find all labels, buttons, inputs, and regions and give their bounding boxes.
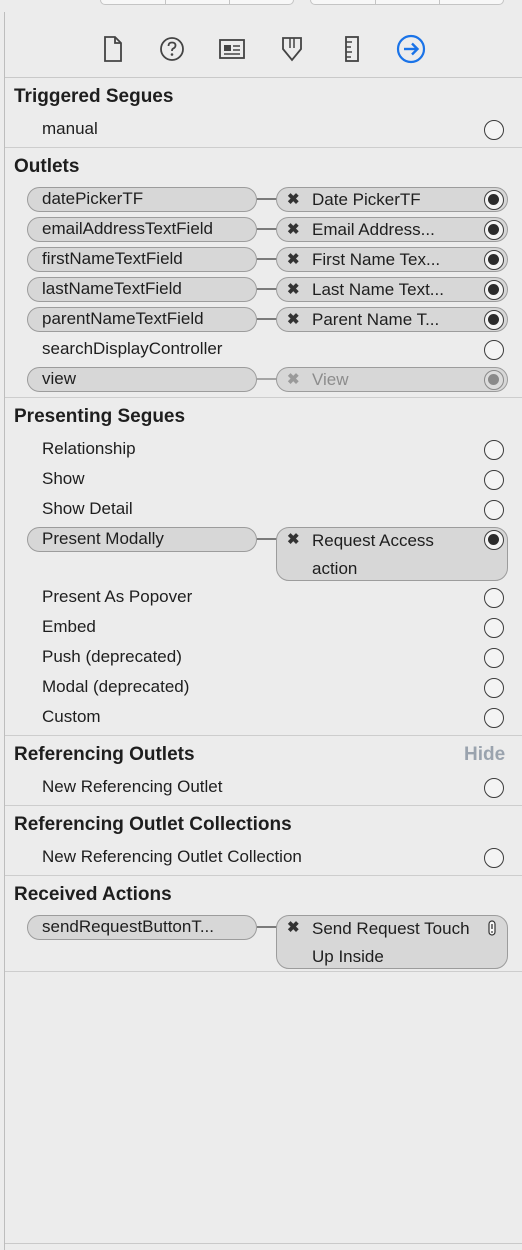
action-sendrequestbuttontapped[interactable]: sendRequestButtonT... [27, 915, 257, 940]
segue-show-detail-label: Show Detail [42, 499, 133, 518]
disconnect-icon[interactable]: ✖ [287, 370, 300, 388]
hide-button[interactable]: Hide [464, 744, 505, 766]
outlet-datepickertf-connector[interactable] [484, 190, 504, 210]
section-divider [5, 971, 522, 972]
outlet-emailaddresstextfield-connector[interactable] [484, 220, 504, 240]
received-actions-header: Received Actions [14, 884, 172, 905]
segue-embed-label: Embed [42, 617, 96, 636]
referencing-outlets-header: Referencing Outlets [14, 744, 195, 765]
new-referencing-outlet-connector[interactable] [484, 778, 504, 798]
connection-line [257, 926, 277, 928]
outlet-firstnametextfield[interactable]: firstNameTextField [27, 247, 257, 272]
triggered-segue-manual-connector[interactable] [484, 120, 504, 140]
identity-inspector-icon[interactable] [217, 34, 247, 64]
outlet-firstnametextfield-connector[interactable] [484, 250, 504, 270]
outlet-target-lastnametextfield: ✖ Last Name Text... [276, 277, 508, 302]
new-referencing-outlet-label: New Referencing Outlet [42, 777, 223, 796]
segue-show-label: Show [42, 469, 85, 488]
action-target-send-request: ✖ Send Request Touch Up Inside [276, 915, 508, 969]
connection-line [257, 288, 277, 290]
outlet-view-connector[interactable] [484, 370, 504, 390]
outlet-searchdisplaycontroller-connector[interactable] [484, 340, 504, 360]
file-inspector-icon[interactable] [98, 34, 128, 64]
outlet-searchdisplaycontroller-label: searchDisplayController [42, 339, 223, 358]
presenting-segues-header: Presenting Segues [14, 406, 186, 427]
disconnect-icon[interactable]: ✖ [287, 530, 300, 548]
size-inspector-icon[interactable] [337, 34, 367, 64]
triggered-segues-header: Triggered Segues [14, 86, 174, 107]
connection-line [257, 538, 277, 540]
section-divider [5, 805, 522, 806]
outlet-view[interactable]: view [27, 367, 257, 392]
top-segmented-control-right[interactable] [310, 0, 504, 5]
segue-modal-label: Modal (deprecated) [42, 677, 190, 696]
new-referencing-outlet-collection-label: New Referencing Outlet Collection [42, 847, 302, 866]
outlet-parentnametextfield[interactable]: parentNameTextField [27, 307, 257, 332]
outlet-parentnametextfield-connector[interactable] [484, 310, 504, 330]
segue-present-as-popover-connector[interactable] [484, 588, 504, 608]
disconnect-icon[interactable]: ✖ [287, 250, 300, 268]
outlet-lastnametextfield-connector[interactable] [484, 280, 504, 300]
section-divider [5, 875, 522, 876]
segue-embed-connector[interactable] [484, 618, 504, 638]
segue-modal-connector[interactable] [484, 678, 504, 698]
segue-relationship-connector[interactable] [484, 440, 504, 460]
outlet-target-emailaddresstextfield: ✖ Email Address... [276, 217, 508, 242]
section-divider [5, 147, 522, 148]
connection-line [257, 318, 277, 320]
triggered-segue-manual-label: manual [42, 119, 98, 138]
segue-relationship-label: Relationship [42, 439, 136, 458]
new-referencing-outlet-collection-connector[interactable] [484, 848, 504, 868]
referencing-outlet-collections-header: Referencing Outlet Collections [14, 814, 292, 835]
top-segmented-control-left[interactable] [100, 0, 294, 5]
outlet-emailaddresstextfield[interactable]: emailAddressTextField [27, 217, 257, 242]
segue-custom-label: Custom [42, 707, 101, 726]
disconnect-icon[interactable]: ✖ [287, 220, 300, 238]
segue-show-connector[interactable] [484, 470, 504, 490]
segue-custom-connector[interactable] [484, 708, 504, 728]
quick-help-icon[interactable] [157, 34, 187, 64]
connection-line [257, 258, 277, 260]
attributes-inspector-icon[interactable] [277, 34, 307, 64]
outlet-target-view: ✖ View [276, 367, 508, 392]
section-divider [5, 735, 522, 736]
disconnect-icon[interactable]: ✖ [287, 310, 300, 328]
outlet-lastnametextfield[interactable]: lastNameTextField [27, 277, 257, 302]
connection-line [257, 378, 277, 380]
outlet-target-parentnametextfield: ✖ Parent Name T... [276, 307, 508, 332]
disconnect-icon[interactable]: ✖ [287, 190, 300, 208]
outlet-target-datepickertf: ✖ Date PickerTF [276, 187, 508, 212]
outlet-target-firstnametextfield: ✖ First Name Tex... [276, 247, 508, 272]
warning-icon [488, 920, 496, 936]
segue-push-label: Push (deprecated) [42, 647, 182, 666]
outlets-header: Outlets [14, 156, 80, 177]
section-divider [5, 397, 522, 398]
disconnect-icon[interactable]: ✖ [287, 918, 300, 936]
segue-present-modally-connector[interactable] [484, 530, 504, 550]
segue-present-modally[interactable]: Present Modally [27, 527, 257, 552]
inspector-selector-bar [5, 20, 522, 78]
connections-inspector-icon[interactable] [396, 34, 426, 64]
segue-push-connector[interactable] [484, 648, 504, 668]
disconnect-icon[interactable]: ✖ [287, 280, 300, 298]
bottom-divider [5, 1243, 522, 1244]
panel-divider [4, 12, 5, 1250]
segue-present-as-popover-label: Present As Popover [42, 587, 193, 606]
connection-line [257, 198, 277, 200]
connection-line [257, 228, 277, 230]
outlet-datepickertf[interactable]: datePickerTF [27, 187, 257, 212]
segue-target-present-modally: ✖ Request Access action [276, 527, 508, 581]
segue-show-detail-connector[interactable] [484, 500, 504, 520]
